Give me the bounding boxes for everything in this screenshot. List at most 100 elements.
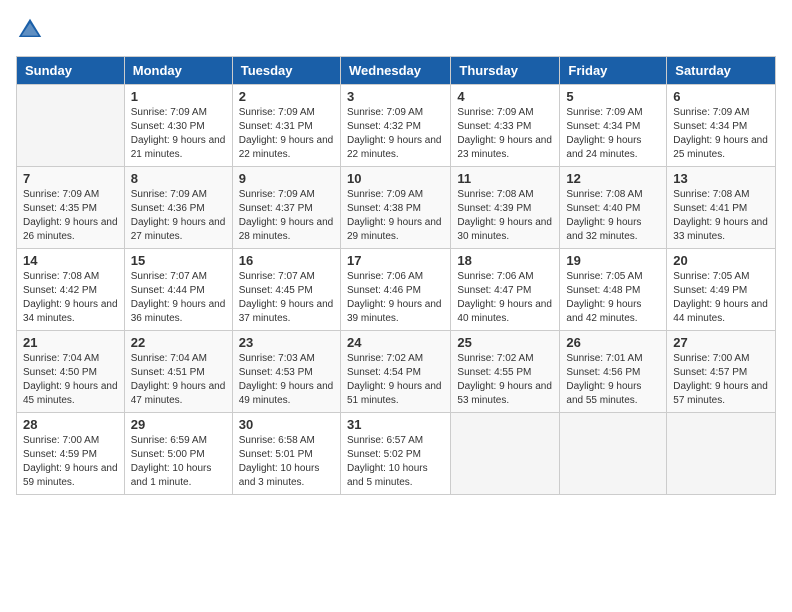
day-detail: Sunrise: 6:57 AMSunset: 5:02 PMDaylight:… bbox=[347, 434, 444, 490]
day-detail: Sunrise: 7:08 AMSunset: 4:42 PMDaylight:… bbox=[23, 270, 118, 326]
day-detail: Sunrise: 7:08 AMSunset: 4:39 PMDaylight:… bbox=[457, 188, 553, 244]
day-number: 1 bbox=[131, 89, 226, 104]
week-row-2: 7 Sunrise: 7:09 AMSunset: 4:35 PMDaylight… bbox=[17, 167, 776, 249]
day-detail: Sunrise: 7:08 AMSunset: 4:41 PMDaylight:… bbox=[673, 188, 769, 244]
day-number: 2 bbox=[239, 89, 334, 104]
day-detail: Sunrise: 7:04 AMSunset: 4:50 PMDaylight:… bbox=[23, 352, 118, 408]
week-row-1: 1 Sunrise: 7:09 AMSunset: 4:30 PMDaylight… bbox=[17, 85, 776, 167]
day-detail: Sunrise: 7:07 AMSunset: 4:44 PMDaylight:… bbox=[131, 270, 226, 326]
day-detail: Sunrise: 7:09 AMSunset: 4:31 PMDaylight:… bbox=[239, 106, 334, 162]
day-detail: Sunrise: 7:02 AMSunset: 4:55 PMDaylight:… bbox=[457, 352, 553, 408]
day-cell: 8 Sunrise: 7:09 AMSunset: 4:36 PMDaylight… bbox=[124, 167, 232, 249]
day-number: 3 bbox=[347, 89, 444, 104]
day-number: 15 bbox=[131, 253, 226, 268]
header-day-tuesday: Tuesday bbox=[232, 57, 340, 85]
day-number: 12 bbox=[566, 171, 660, 186]
day-detail: Sunrise: 7:09 AMSunset: 4:32 PMDaylight:… bbox=[347, 106, 444, 162]
day-cell: 18Sunrise: 7:06 AMSunset: 4:47 PMDayligh… bbox=[451, 249, 560, 331]
day-number: 8 bbox=[131, 171, 226, 186]
header-day-monday: Monday bbox=[124, 57, 232, 85]
day-number: 14 bbox=[23, 253, 118, 268]
day-detail: Sunrise: 7:06 AMSunset: 4:47 PMDaylight:… bbox=[457, 270, 553, 326]
page-header bbox=[16, 16, 776, 44]
day-detail: Sunrise: 6:58 AMSunset: 5:01 PMDaylight:… bbox=[239, 434, 334, 490]
day-cell: 10 Sunrise: 7:09 AMSunset: 4:38 PMDayligh… bbox=[340, 167, 450, 249]
day-detail: Sunrise: 7:07 AMSunset: 4:45 PMDaylight:… bbox=[239, 270, 334, 326]
day-detail: Sunrise: 7:09 AMSunset: 4:30 PMDaylight:… bbox=[131, 106, 226, 162]
day-cell: 7 Sunrise: 7:09 AMSunset: 4:35 PMDaylight… bbox=[17, 167, 125, 249]
day-detail: Sunrise: 7:09 AMSunset: 4:35 PMDaylight:… bbox=[23, 188, 118, 244]
day-cell: 6Sunrise: 7:09 AMSunset: 4:34 PMDaylight… bbox=[667, 85, 776, 167]
day-number: 7 bbox=[23, 171, 118, 186]
header-day-wednesday: Wednesday bbox=[340, 57, 450, 85]
day-number: 16 bbox=[239, 253, 334, 268]
day-number: 11 bbox=[457, 171, 553, 186]
day-cell bbox=[451, 413, 560, 495]
week-row-3: 14 Sunrise: 7:08 AMSunset: 4:42 PMDayligh… bbox=[17, 249, 776, 331]
day-detail: Sunrise: 7:03 AMSunset: 4:53 PMDaylight:… bbox=[239, 352, 334, 408]
day-cell: 26 Sunrise: 7:01 AMSunset: 4:56 PMDayligh… bbox=[560, 331, 667, 413]
day-detail: Sunrise: 6:59 AMSunset: 5:00 PMDaylight:… bbox=[131, 434, 226, 490]
day-number: 26 bbox=[566, 335, 660, 350]
logo-icon bbox=[16, 16, 44, 44]
calendar-table: SundayMondayTuesdayWednesdayThursdayFrid… bbox=[16, 56, 776, 495]
day-number: 10 bbox=[347, 171, 444, 186]
day-cell: 30 Sunrise: 6:58 AMSunset: 5:01 PMDayligh… bbox=[232, 413, 340, 495]
day-cell: 2 Sunrise: 7:09 AMSunset: 4:31 PMDaylight… bbox=[232, 85, 340, 167]
day-detail: Sunrise: 7:09 AMSunset: 4:36 PMDaylight:… bbox=[131, 188, 226, 244]
header-day-saturday: Saturday bbox=[667, 57, 776, 85]
logo bbox=[16, 16, 48, 44]
header-row: SundayMondayTuesdayWednesdayThursdayFrid… bbox=[17, 57, 776, 85]
day-cell bbox=[17, 85, 125, 167]
day-detail: Sunrise: 7:08 AMSunset: 4:40 PMDaylight:… bbox=[566, 188, 660, 244]
day-detail: Sunrise: 7:01 AMSunset: 4:56 PMDaylight:… bbox=[566, 352, 660, 408]
day-number: 5 bbox=[566, 89, 660, 104]
day-cell bbox=[560, 413, 667, 495]
day-cell: 19 Sunrise: 7:05 AMSunset: 4:48 PMDayligh… bbox=[560, 249, 667, 331]
day-cell: 3 Sunrise: 7:09 AMSunset: 4:32 PMDaylight… bbox=[340, 85, 450, 167]
day-detail: Sunrise: 7:09 AMSunset: 4:37 PMDaylight:… bbox=[239, 188, 334, 244]
day-cell: 4 Sunrise: 7:09 AMSunset: 4:33 PMDaylight… bbox=[451, 85, 560, 167]
day-detail: Sunrise: 7:05 AMSunset: 4:49 PMDaylight:… bbox=[673, 270, 769, 326]
day-number: 30 bbox=[239, 417, 334, 432]
day-detail: Sunrise: 7:02 AMSunset: 4:54 PMDaylight:… bbox=[347, 352, 444, 408]
week-row-4: 21 Sunrise: 7:04 AMSunset: 4:50 PMDayligh… bbox=[17, 331, 776, 413]
day-cell: 11 Sunrise: 7:08 AMSunset: 4:39 PMDayligh… bbox=[451, 167, 560, 249]
day-cell: 25 Sunrise: 7:02 AMSunset: 4:55 PMDayligh… bbox=[451, 331, 560, 413]
day-cell: 14 Sunrise: 7:08 AMSunset: 4:42 PMDayligh… bbox=[17, 249, 125, 331]
day-detail: Sunrise: 7:09 AMSunset: 4:33 PMDaylight:… bbox=[457, 106, 553, 162]
day-number: 4 bbox=[457, 89, 553, 104]
header-day-sunday: Sunday bbox=[17, 57, 125, 85]
day-detail: Sunrise: 7:09 AMSunset: 4:38 PMDaylight:… bbox=[347, 188, 444, 244]
day-number: 20 bbox=[673, 253, 769, 268]
day-detail: Sunrise: 7:00 AMSunset: 4:57 PMDaylight:… bbox=[673, 352, 769, 408]
day-detail: Sunrise: 7:06 AMSunset: 4:46 PMDaylight:… bbox=[347, 270, 444, 326]
day-number: 25 bbox=[457, 335, 553, 350]
day-cell: 12 Sunrise: 7:08 AMSunset: 4:40 PMDayligh… bbox=[560, 167, 667, 249]
day-number: 23 bbox=[239, 335, 334, 350]
day-cell: 13Sunrise: 7:08 AMSunset: 4:41 PMDayligh… bbox=[667, 167, 776, 249]
day-cell: 15 Sunrise: 7:07 AMSunset: 4:44 PMDayligh… bbox=[124, 249, 232, 331]
day-cell: 31 Sunrise: 6:57 AMSunset: 5:02 PMDayligh… bbox=[340, 413, 450, 495]
day-cell: 22Sunrise: 7:04 AMSunset: 4:51 PMDayligh… bbox=[124, 331, 232, 413]
day-cell: 17Sunrise: 7:06 AMSunset: 4:46 PMDayligh… bbox=[340, 249, 450, 331]
day-cell: 1 Sunrise: 7:09 AMSunset: 4:30 PMDaylight… bbox=[124, 85, 232, 167]
day-number: 19 bbox=[566, 253, 660, 268]
day-number: 21 bbox=[23, 335, 118, 350]
day-detail: Sunrise: 7:09 AMSunset: 4:34 PMDaylight:… bbox=[673, 106, 769, 162]
day-cell: 28Sunrise: 7:00 AMSunset: 4:59 PMDayligh… bbox=[17, 413, 125, 495]
day-number: 31 bbox=[347, 417, 444, 432]
header-day-friday: Friday bbox=[560, 57, 667, 85]
day-detail: Sunrise: 7:00 AMSunset: 4:59 PMDaylight:… bbox=[23, 434, 118, 490]
calendar-header: SundayMondayTuesdayWednesdayThursdayFrid… bbox=[17, 57, 776, 85]
week-row-5: 28Sunrise: 7:00 AMSunset: 4:59 PMDayligh… bbox=[17, 413, 776, 495]
day-cell: 20 Sunrise: 7:05 AMSunset: 4:49 PMDayligh… bbox=[667, 249, 776, 331]
day-cell: 29 Sunrise: 6:59 AMSunset: 5:00 PMDayligh… bbox=[124, 413, 232, 495]
day-number: 27 bbox=[673, 335, 769, 350]
day-cell bbox=[667, 413, 776, 495]
day-number: 29 bbox=[131, 417, 226, 432]
day-detail: Sunrise: 7:05 AMSunset: 4:48 PMDaylight:… bbox=[566, 270, 660, 326]
day-cell: 24Sunrise: 7:02 AMSunset: 4:54 PMDayligh… bbox=[340, 331, 450, 413]
day-detail: Sunrise: 7:04 AMSunset: 4:51 PMDaylight:… bbox=[131, 352, 226, 408]
calendar-body: 1 Sunrise: 7:09 AMSunset: 4:30 PMDaylight… bbox=[17, 85, 776, 495]
